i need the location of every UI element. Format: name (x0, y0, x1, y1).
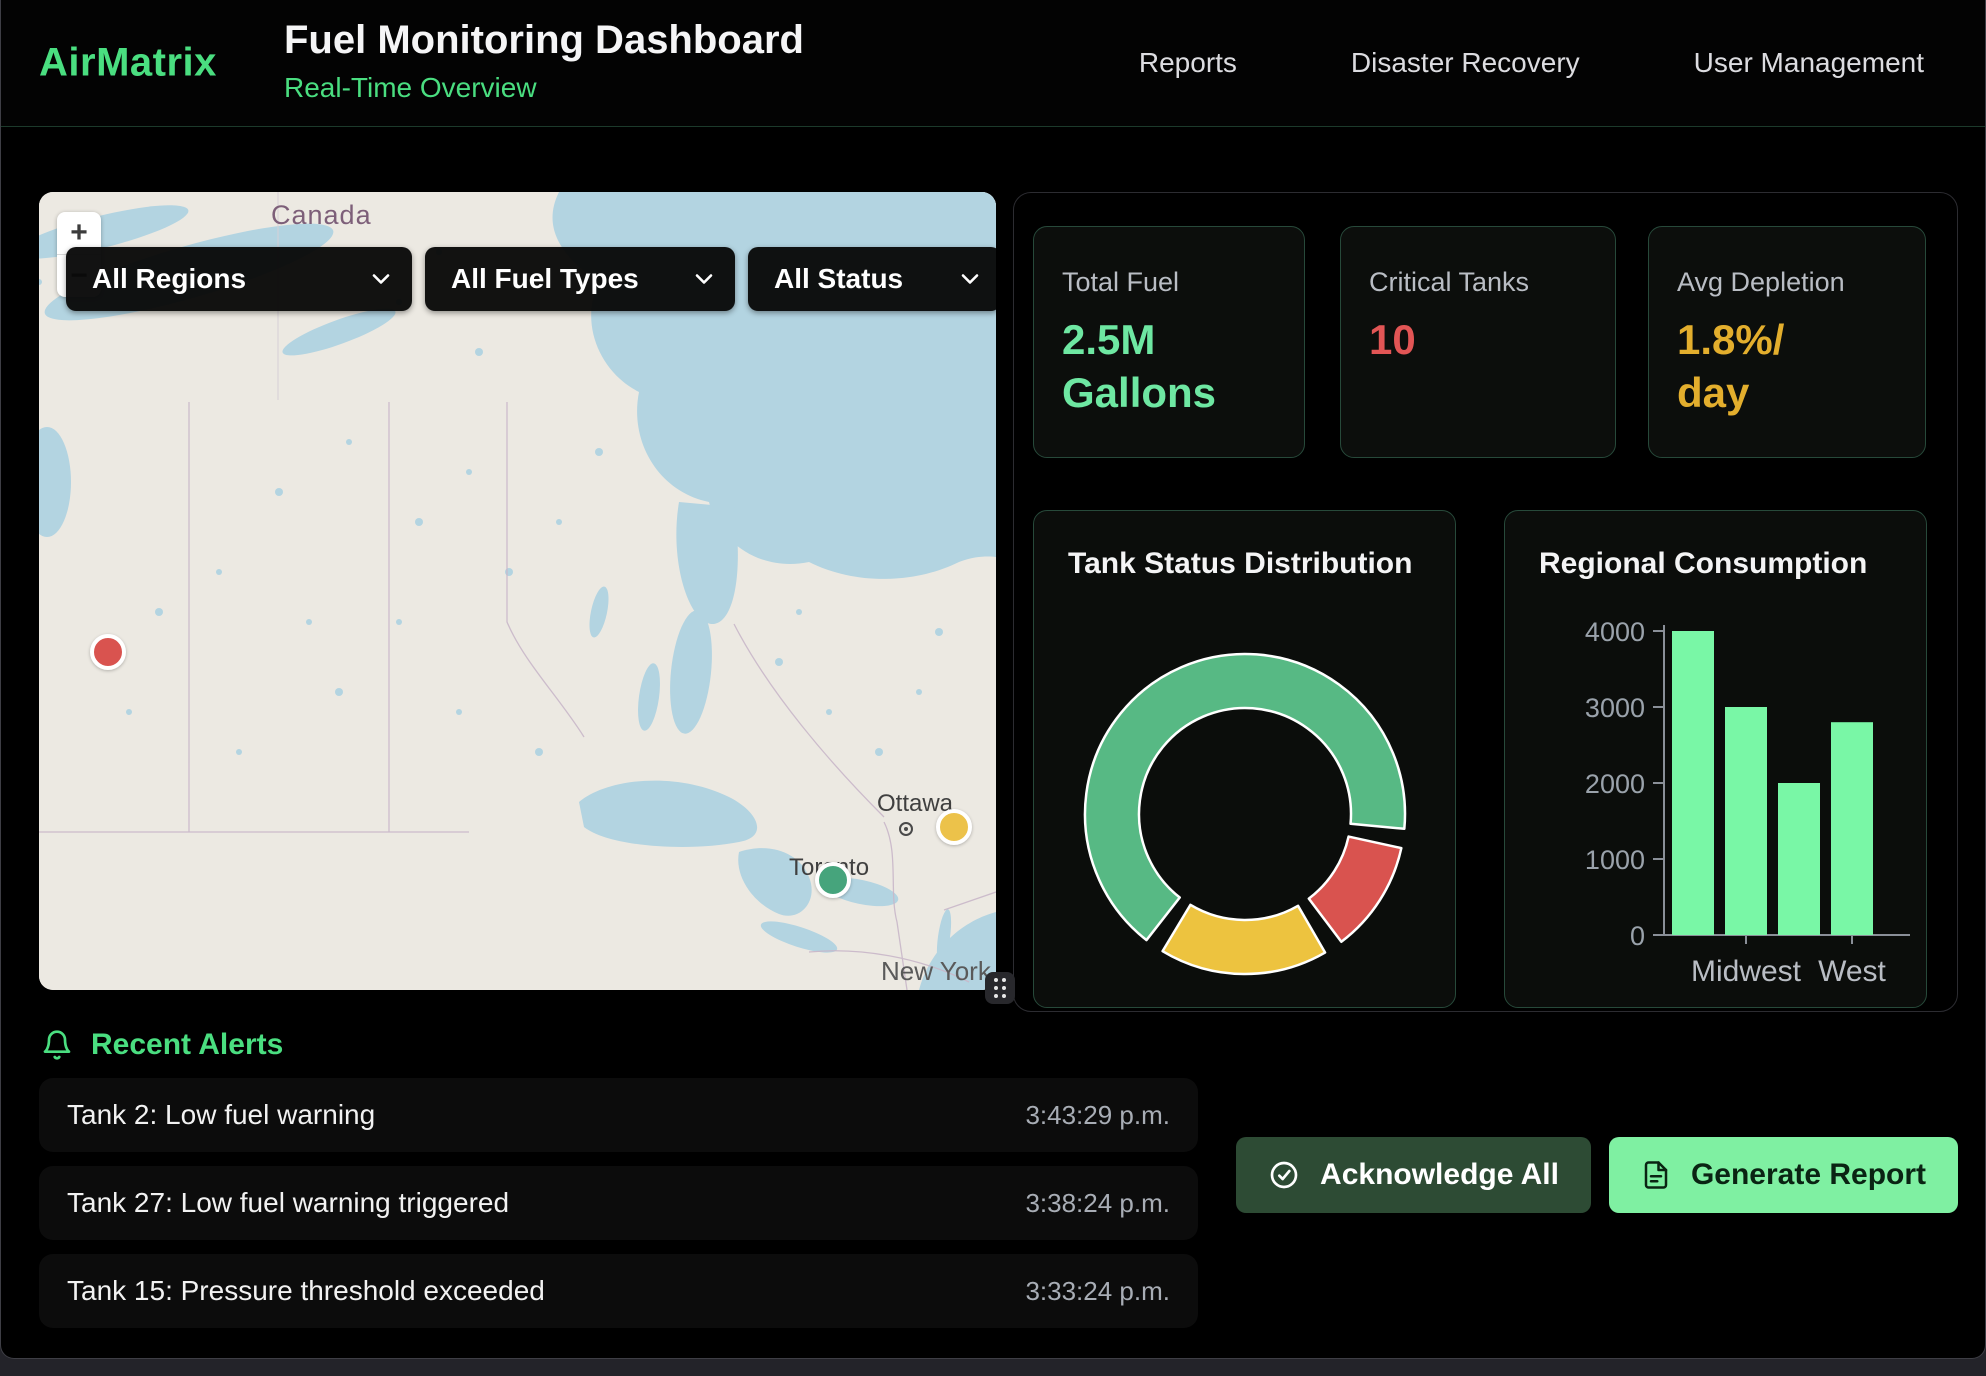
map-country-label: Canada (271, 200, 372, 231)
map-filter-bar: All Regions All Fuel Types All Status (66, 247, 996, 311)
region-filter-dropdown[interactable]: All Regions (66, 247, 412, 311)
tank-marker-critical[interactable] (90, 634, 126, 670)
fuel-type-filter-value: All Fuel Types (451, 263, 639, 295)
acknowledge-all-button[interactable]: Acknowledge All (1236, 1137, 1591, 1213)
alert-timestamp: 3:38:24 p.m. (1025, 1188, 1170, 1219)
regional-consumption-chart: 4000 3000 2000 1000 0 Midwest West (1505, 511, 1928, 1009)
chevron-down-icon (693, 272, 715, 286)
resize-grip-icon[interactable] (985, 972, 1015, 1004)
recent-alerts-title: Recent Alerts (91, 1028, 283, 1062)
chevron-down-icon (959, 272, 981, 286)
tank-status-panel: Tank Status Distribution (1033, 510, 1456, 1008)
recent-alerts-heading: Recent Alerts (41, 1028, 283, 1062)
alert-row: Tank 2: Low fuel warning 3:43:29 p.m. (39, 1078, 1198, 1152)
check-circle-icon (1268, 1159, 1300, 1191)
main-nav: Reports Disaster Recovery User Managemen… (1139, 0, 1924, 126)
tank-marker-warning[interactable] (936, 809, 972, 845)
page-title: Fuel Monitoring Dashboard (284, 18, 804, 63)
svg-text:4000: 4000 (1585, 617, 1645, 647)
stat-card-avg-depletion: Avg Depletion 1.8%/ day (1648, 226, 1926, 458)
stat-value: 10 (1369, 314, 1587, 367)
status-filter-dropdown[interactable]: All Status (748, 247, 996, 311)
svg-text:2000: 2000 (1585, 769, 1645, 799)
nav-item-reports[interactable]: Reports (1139, 47, 1237, 79)
bell-icon (41, 1029, 73, 1061)
svg-text:1000: 1000 (1585, 845, 1645, 875)
region-filter-value: All Regions (92, 263, 246, 295)
alert-timestamp: 3:33:24 p.m. (1025, 1276, 1170, 1307)
chevron-down-icon (370, 272, 392, 286)
alert-timestamp: 3:43:29 p.m. (1025, 1100, 1170, 1131)
stat-label: Avg Depletion (1677, 267, 1897, 298)
generate-report-label: Generate Report (1691, 1158, 1926, 1192)
stat-label: Critical Tanks (1369, 267, 1587, 298)
nav-item-disaster-recovery[interactable]: Disaster Recovery (1351, 47, 1580, 79)
acknowledge-all-label: Acknowledge All (1320, 1158, 1559, 1192)
status-filter-value: All Status (774, 263, 903, 295)
tank-marker-normal[interactable] (815, 862, 851, 898)
svg-text:Midwest: Midwest (1691, 955, 1802, 988)
dashboard-window: AirMatrix Fuel Monitoring Dashboard Real… (0, 0, 1986, 1359)
page-subtitle: Real-Time Overview (284, 72, 804, 104)
page-title-block: Fuel Monitoring Dashboard Real-Time Over… (284, 18, 804, 104)
svg-text:0: 0 (1630, 921, 1645, 951)
map-city-label-new-york: New York (881, 956, 991, 987)
svg-text:West: West (1818, 955, 1886, 988)
svg-text:3000: 3000 (1585, 693, 1645, 723)
regional-consumption-panel: Regional Consumption 40003000200010000Mi… (1504, 510, 1927, 1008)
alert-row: Tank 15: Pressure threshold exceeded 3:3… (39, 1254, 1198, 1328)
stat-card-critical-tanks: Critical Tanks 10 (1340, 226, 1616, 458)
fuel-map[interactable]: Canada Ottawa Toronto New York + − All R… (39, 192, 996, 990)
alert-message: Tank 15: Pressure threshold exceeded (67, 1275, 545, 1307)
alert-message: Tank 27: Low fuel warning triggered (67, 1187, 509, 1219)
panel-title: Tank Status Distribution (1068, 547, 1412, 581)
stat-label: Total Fuel (1062, 267, 1276, 298)
fuel-type-filter-dropdown[interactable]: All Fuel Types (425, 247, 735, 311)
alert-message: Tank 2: Low fuel warning (67, 1099, 375, 1131)
stat-value: 1.8%/ day (1677, 314, 1897, 419)
generate-report-button[interactable]: Generate Report (1609, 1137, 1958, 1213)
stat-card-total-fuel: Total Fuel 2.5M Gallons (1033, 226, 1305, 458)
top-bar: AirMatrix Fuel Monitoring Dashboard Real… (1, 0, 1985, 127)
ottawa-city-icon (899, 822, 913, 836)
brand-logo: AirMatrix (39, 41, 217, 86)
tank-status-donut (1078, 647, 1412, 981)
report-document-icon (1641, 1160, 1671, 1190)
alert-row: Tank 27: Low fuel warning triggered 3:38… (39, 1166, 1198, 1240)
nav-item-user-management[interactable]: User Management (1694, 47, 1924, 79)
stat-value: 2.5M Gallons (1062, 314, 1276, 419)
